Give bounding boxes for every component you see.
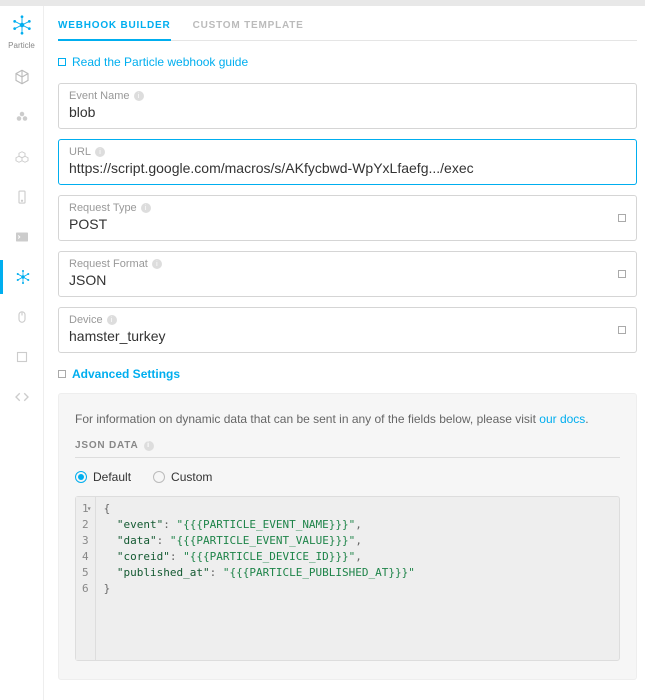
sidebar-item-square[interactable] bbox=[0, 340, 44, 374]
dropdown-icon bbox=[618, 326, 626, 334]
json-code-editor[interactable]: 1▾23456 { "event": "{{{PARTICLE_EVENT_NA… bbox=[75, 496, 620, 661]
event-name-field[interactable]: Event Name i bbox=[58, 83, 637, 129]
advanced-panel: For information on dynamic data that can… bbox=[58, 393, 637, 680]
tab-custom-template[interactable]: CUSTOM TEMPLATE bbox=[193, 20, 304, 40]
radio-default[interactable]: Default bbox=[75, 470, 131, 484]
info-icon[interactable]: i bbox=[134, 91, 144, 101]
code-content[interactable]: { "event": "{{{PARTICLE_EVENT_NAME}}}", … bbox=[96, 497, 619, 660]
request-type-label: Request Type bbox=[69, 202, 137, 214]
app-root: Particle bbox=[0, 0, 645, 700]
sidebar-item-mouse[interactable] bbox=[0, 300, 44, 334]
sidebar-item-terminal[interactable] bbox=[0, 220, 44, 254]
sidebar-item-integrations[interactable] bbox=[0, 260, 44, 294]
advanced-info-text: For information on dynamic data that can… bbox=[75, 412, 620, 426]
sidebar-item-cube[interactable] bbox=[0, 60, 44, 94]
logo-label: Particle bbox=[8, 41, 35, 50]
request-format-label: Request Format bbox=[69, 258, 148, 270]
sidebar-item-phone[interactable] bbox=[0, 180, 44, 214]
url-field[interactable]: URL i bbox=[58, 139, 637, 185]
info-icon[interactable]: i bbox=[144, 441, 154, 451]
request-format-value: JSON bbox=[69, 272, 626, 288]
event-name-input[interactable] bbox=[69, 104, 626, 120]
request-format-field[interactable]: Request Format i JSON bbox=[58, 251, 637, 297]
url-input[interactable] bbox=[69, 160, 626, 176]
json-mode-radio-group: Default Custom bbox=[75, 470, 620, 484]
radio-icon bbox=[75, 471, 87, 483]
info-icon[interactable]: i bbox=[152, 259, 162, 269]
device-label: Device bbox=[69, 314, 103, 326]
book-icon bbox=[58, 58, 66, 66]
event-name-label: Event Name bbox=[69, 90, 130, 102]
sidebar-item-code[interactable] bbox=[0, 380, 44, 414]
request-type-field[interactable]: Request Type i POST bbox=[58, 195, 637, 241]
device-value: hamster_turkey bbox=[69, 328, 626, 344]
device-field[interactable]: Device i hamster_turkey bbox=[58, 307, 637, 353]
dropdown-icon bbox=[618, 270, 626, 278]
tabs: WEBHOOK BUILDER CUSTOM TEMPLATE bbox=[58, 20, 637, 41]
guide-link[interactable]: Read the Particle webhook guide bbox=[58, 55, 637, 69]
url-label: URL bbox=[69, 146, 91, 158]
info-icon[interactable]: i bbox=[95, 147, 105, 157]
sidebar-item-cubes[interactable] bbox=[0, 100, 44, 134]
collapse-icon bbox=[58, 370, 66, 378]
logo-block: Particle bbox=[8, 14, 35, 50]
sidebar-item-hex[interactable] bbox=[0, 140, 44, 174]
main-content: WEBHOOK BUILDER CUSTOM TEMPLATE Read the… bbox=[44, 6, 645, 700]
advanced-settings-toggle[interactable]: Advanced Settings bbox=[58, 367, 637, 381]
radio-icon bbox=[153, 471, 165, 483]
request-type-value: POST bbox=[69, 216, 626, 232]
info-icon[interactable]: i bbox=[107, 315, 117, 325]
radio-custom[interactable]: Custom bbox=[153, 470, 212, 484]
info-icon[interactable]: i bbox=[141, 203, 151, 213]
docs-link[interactable]: our docs bbox=[539, 412, 585, 426]
particle-logo-icon bbox=[8, 14, 35, 39]
tab-webhook-builder[interactable]: WEBHOOK BUILDER bbox=[58, 20, 171, 41]
guide-link-label: Read the Particle webhook guide bbox=[72, 55, 248, 69]
sidebar: Particle bbox=[0, 6, 44, 700]
advanced-label: Advanced Settings bbox=[72, 367, 180, 381]
code-gutter: 1▾23456 bbox=[76, 497, 96, 660]
dropdown-icon bbox=[618, 214, 626, 222]
json-data-section-title: JSON DATA i bbox=[75, 440, 620, 458]
